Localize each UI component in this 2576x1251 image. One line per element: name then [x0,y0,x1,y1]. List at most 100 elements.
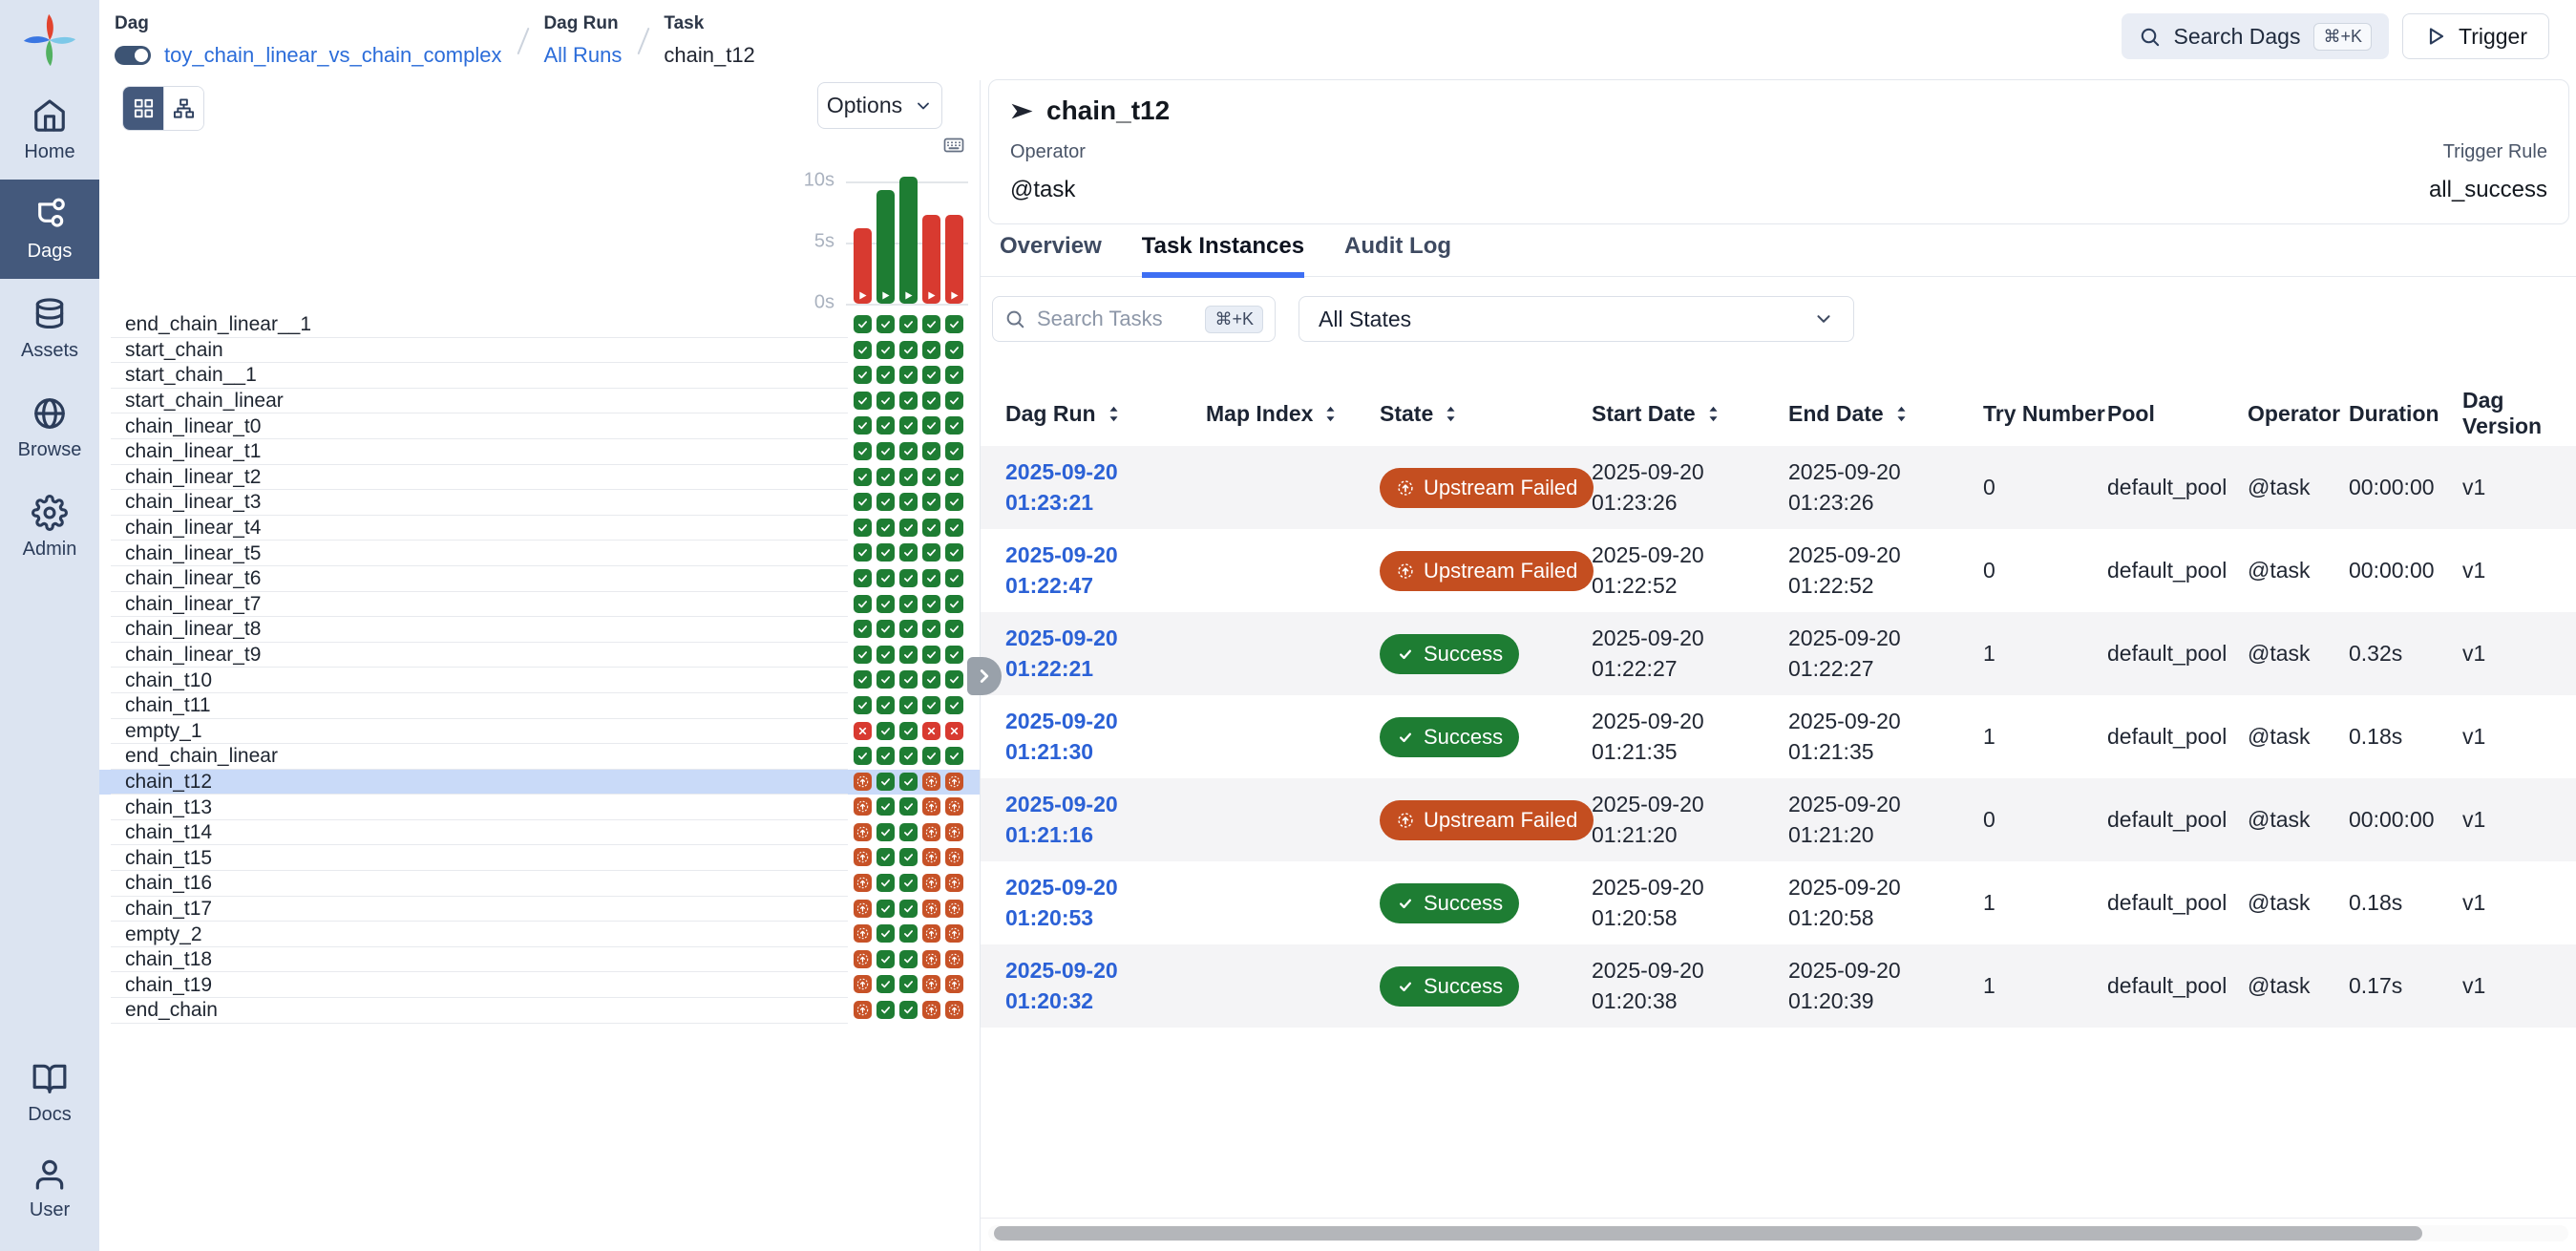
column-header-map-index[interactable]: Map Index [1206,401,1380,427]
task-instance-square-upstream_failed[interactable] [945,874,963,892]
task-instance-square-success[interactable] [876,747,895,765]
grid-task-row[interactable]: end_chain_linear__1 [99,312,980,338]
task-instance-square-success[interactable] [899,797,918,816]
dag-run-link[interactable]: 2025-09-2001:22:21 [1005,624,1206,683]
grid-task-row[interactable]: start_chain_linear [99,389,980,414]
grid-task-row[interactable]: empty_1 [99,719,980,745]
task-instance-square-success[interactable] [899,773,918,791]
task-instance-square-success[interactable] [854,416,872,435]
task-instance-square-success[interactable] [876,1001,895,1019]
task-instance-square-success[interactable] [945,519,963,537]
task-instance-square-success[interactable] [899,392,918,410]
task-instance-square-success[interactable] [876,797,895,816]
sidebar-item-assets[interactable]: Assets [0,279,99,378]
task-instance-square-success[interactable] [922,696,940,714]
task-instance-square-success[interactable] [876,416,895,435]
task-instance-square-success[interactable] [922,747,940,765]
sidebar-item-docs[interactable]: Docs [0,1045,99,1140]
horizontal-scrollbar[interactable] [988,1225,2568,1241]
task-instance-square-success[interactable] [854,747,872,765]
task-instance-square-upstream_failed[interactable] [922,900,940,918]
task-instance-square-success[interactable] [945,315,963,333]
grid-task-row[interactable]: chain_t17 [99,897,980,922]
search-tasks-field[interactable]: ⌘+K [992,296,1276,342]
task-instance-square-upstream_failed[interactable] [945,1001,963,1019]
grid-task-row[interactable]: chain_linear_t6 [99,566,980,592]
task-instance-square-upstream_failed[interactable] [854,848,872,866]
task-instance-square-upstream_failed[interactable] [945,975,963,993]
grid-task-row[interactable]: chain_linear_t7 [99,592,980,618]
grid-task-row[interactable]: chain_linear_t1 [99,439,980,465]
task-instance-square-success[interactable] [876,696,895,714]
sidebar-item-dags[interactable]: Dags [0,180,99,279]
column-header-end-date[interactable]: End Date [1788,401,1983,427]
task-instance-square-success[interactable] [945,747,963,765]
task-instance-square-success[interactable] [876,823,895,841]
task-instance-square-upstream_failed[interactable] [854,900,872,918]
task-instance-square-success[interactable] [922,366,940,384]
all-runs-link[interactable]: All Runs [543,43,622,68]
task-instance-square-success[interactable] [899,595,918,613]
dag-run-bar[interactable] [899,177,918,304]
grid-task-row[interactable]: chain_t15 [99,845,980,871]
task-instance-square-success[interactable] [945,468,963,486]
task-instance-square-success[interactable] [945,620,963,638]
task-instance-square-success[interactable] [854,366,872,384]
task-instance-square-success[interactable] [854,442,872,460]
tab-task-instances[interactable]: Task Instances [1142,233,1304,278]
grid-task-row[interactable]: chain_linear_t5 [99,541,980,566]
task-instance-square-success[interactable] [854,493,872,511]
task-instance-square-success[interactable] [945,543,963,562]
task-instance-square-success[interactable] [854,468,872,486]
task-instance-square-success[interactable] [876,848,895,866]
task-instance-square-success[interactable] [899,670,918,689]
task-instance-square-success[interactable] [876,950,895,968]
task-instance-square-success[interactable] [876,975,895,993]
task-instance-square-success[interactable] [945,341,963,359]
task-instance-square-success[interactable] [922,315,940,333]
task-instance-square-success[interactable] [922,341,940,359]
sidebar-item-user[interactable]: User [0,1140,99,1236]
task-instance-square-success[interactable] [876,442,895,460]
task-instance-square-success[interactable] [899,569,918,587]
task-instance-square-success[interactable] [876,620,895,638]
task-instance-square-success[interactable] [876,543,895,562]
grid-task-row[interactable]: end_chain [99,998,980,1024]
grid-task-row[interactable]: chain_linear_t3 [99,490,980,516]
task-instance-row[interactable]: 2025-09-2001:22:47Upstream Failed2025-09… [981,529,2576,612]
task-instance-square-upstream_failed[interactable] [922,848,940,866]
task-instance-square-upstream_failed[interactable] [854,975,872,993]
dag-run-bar[interactable] [854,228,872,304]
task-instance-square-upstream_failed[interactable] [922,975,940,993]
task-instance-square-upstream_failed[interactable] [922,874,940,892]
task-instance-square-success[interactable] [945,442,963,460]
grid-task-row[interactable]: chain_t10 [99,668,980,693]
trigger-button[interactable]: Trigger [2402,13,2549,59]
task-instance-square-success[interactable] [854,696,872,714]
task-instance-square-upstream_failed[interactable] [922,924,940,943]
task-instance-square-success[interactable] [876,722,895,740]
task-instance-square-success[interactable] [854,620,872,638]
grid-task-row[interactable]: chain_linear_t9 [99,643,980,668]
task-instance-square-success[interactable] [876,646,895,664]
grid-task-row[interactable]: empty_2 [99,922,980,947]
task-instance-square-upstream_failed[interactable] [945,950,963,968]
task-instance-square-success[interactable] [922,493,940,511]
task-instance-square-success[interactable] [854,670,872,689]
task-instance-square-success[interactable] [922,468,940,486]
task-instance-square-success[interactable] [854,569,872,587]
task-instance-square-success[interactable] [922,569,940,587]
task-instance-square-success[interactable] [876,315,895,333]
task-instance-square-upstream_failed[interactable] [922,797,940,816]
dag-run-link[interactable]: 2025-09-2001:21:30 [1005,707,1206,766]
task-instance-square-success[interactable] [899,950,918,968]
task-instance-square-success[interactable] [899,747,918,765]
task-instance-square-success[interactable] [899,874,918,892]
task-instance-square-success[interactable] [876,670,895,689]
task-instance-square-success[interactable] [899,696,918,714]
grid-task-row[interactable]: start_chain__1 [99,363,980,389]
task-instance-square-upstream_failed[interactable] [854,874,872,892]
airflow-logo[interactable] [0,0,99,80]
task-instance-square-upstream_failed[interactable] [945,823,963,841]
task-instance-square-success[interactable] [899,341,918,359]
